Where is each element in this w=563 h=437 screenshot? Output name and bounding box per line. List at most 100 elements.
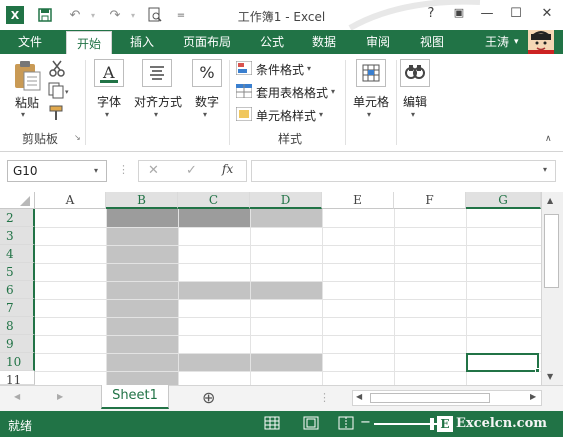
tab-file[interactable]: 文件 bbox=[6, 30, 54, 54]
cells-caret-icon[interactable]: ▾ bbox=[367, 110, 371, 119]
row-header-11[interactable]: 11 bbox=[0, 371, 35, 385]
zoom-slider-thumb[interactable] bbox=[430, 418, 434, 430]
new-sheet-button[interactable]: ⊕ bbox=[202, 388, 215, 407]
page-break-view-icon[interactable] bbox=[338, 416, 354, 430]
cell-styles-icon[interactable] bbox=[235, 106, 253, 122]
conditional-formatting-caret-icon[interactable]: ▾ bbox=[307, 64, 311, 73]
cut-icon[interactable] bbox=[48, 60, 66, 78]
cells-button-label[interactable]: 单元格 bbox=[348, 93, 394, 110]
title-bar: X ↶ ▾ ↷ ▾ = 工作簿1 - Excel ? ▣ — ☐ ✕ bbox=[0, 0, 563, 30]
row-header-10[interactable]: 10 bbox=[0, 353, 35, 371]
format-as-table-icon[interactable] bbox=[235, 83, 253, 99]
tab-view[interactable]: 视图 bbox=[410, 30, 454, 54]
row-header-9[interactable]: 9 bbox=[0, 335, 35, 353]
column-header-a[interactable]: A bbox=[35, 192, 106, 209]
cell-styles-label[interactable]: 单元格样式 bbox=[256, 107, 316, 124]
zoom-out-icon[interactable]: − bbox=[360, 415, 371, 430]
collapse-ribbon-icon[interactable]: ∧ bbox=[545, 134, 552, 144]
tab-split-grip-icon: ⋮ bbox=[319, 391, 330, 404]
tab-review[interactable]: 审阅 bbox=[356, 30, 400, 54]
row-header-4[interactable]: 4 bbox=[0, 245, 35, 263]
name-box[interactable]: G10 ▾ bbox=[7, 160, 107, 182]
row-header-8[interactable]: 8 bbox=[0, 317, 35, 335]
copy-icon[interactable]: ▾ bbox=[48, 82, 69, 100]
cell-styles-caret-icon[interactable]: ▾ bbox=[319, 110, 323, 119]
selected-range-d2[interactable] bbox=[250, 209, 322, 227]
sheet-prev-icon[interactable]: ◀ bbox=[14, 392, 20, 401]
expand-formula-bar-icon[interactable]: ▾ bbox=[543, 165, 547, 174]
active-cell-g10[interactable] bbox=[466, 353, 539, 372]
clipboard-launcher-icon[interactable]: ↘ bbox=[74, 133, 81, 142]
scroll-down-icon[interactable]: ▼ bbox=[547, 372, 553, 381]
vertical-scroll-thumb[interactable] bbox=[544, 214, 559, 288]
column-header-f[interactable]: F bbox=[394, 192, 466, 209]
number-button-label[interactable]: 数字 bbox=[190, 93, 224, 110]
column-header-g[interactable]: G bbox=[466, 192, 541, 209]
font-caret-icon[interactable]: ▾ bbox=[105, 110, 109, 119]
avatar[interactable] bbox=[528, 30, 554, 54]
row-header-6[interactable]: 6 bbox=[0, 281, 35, 299]
horizontal-scroll-thumb[interactable] bbox=[370, 393, 490, 403]
tab-page-layout[interactable]: 页面布局 bbox=[172, 30, 242, 54]
gridline bbox=[394, 209, 395, 385]
row-header-5[interactable]: 5 bbox=[0, 263, 35, 281]
ribbon-divider bbox=[396, 60, 397, 145]
paste-button-label[interactable]: 粘贴 bbox=[10, 94, 44, 111]
column-header-d[interactable]: D bbox=[250, 192, 322, 209]
column-header-e[interactable]: E bbox=[322, 192, 394, 209]
conditional-formatting-label[interactable]: 条件格式 bbox=[256, 61, 304, 78]
sheet-next-icon[interactable]: ▶ bbox=[57, 392, 63, 401]
conditional-formatting-icon[interactable] bbox=[235, 60, 253, 76]
paste-icon[interactable] bbox=[12, 60, 42, 91]
normal-view-icon[interactable] bbox=[264, 416, 280, 430]
formula-bar-grip-icon: ⋮ bbox=[118, 163, 129, 176]
selected-range-column-b[interactable] bbox=[106, 209, 178, 385]
watermark-e-icon: E bbox=[437, 415, 453, 432]
gridline bbox=[106, 209, 107, 385]
sheet-tab-sheet1[interactable]: Sheet1 bbox=[101, 385, 169, 409]
alignment-button-label[interactable]: 对齐方式 bbox=[128, 93, 188, 110]
alignment-icon[interactable] bbox=[142, 59, 172, 87]
name-box-caret-icon[interactable]: ▾ bbox=[94, 166, 98, 175]
enter-icon[interactable]: ✓ bbox=[186, 163, 197, 178]
column-header-b[interactable]: B bbox=[106, 192, 178, 209]
select-all-corner[interactable] bbox=[0, 192, 35, 209]
formula-input[interactable] bbox=[251, 160, 556, 182]
format-as-table-caret-icon[interactable]: ▾ bbox=[331, 87, 335, 96]
styles-group-label: 样式 bbox=[277, 132, 302, 146]
font-icon[interactable]: A bbox=[94, 59, 124, 87]
maximize-button[interactable]: ☐ bbox=[506, 6, 526, 24]
tab-home[interactable]: 开始 bbox=[66, 31, 112, 55]
editing-button-label[interactable]: 编辑 bbox=[398, 93, 432, 110]
user-name[interactable]: 王涛 bbox=[485, 30, 509, 54]
row-header-2[interactable]: 2 bbox=[0, 209, 35, 227]
insert-function-icon[interactable]: fx bbox=[222, 162, 233, 176]
editing-caret-icon[interactable]: ▾ bbox=[411, 110, 415, 119]
number-caret-icon[interactable]: ▾ bbox=[203, 110, 207, 119]
paste-caret-icon[interactable]: ▾ bbox=[21, 110, 25, 119]
tab-insert[interactable]: 插入 bbox=[122, 30, 162, 54]
tab-formulas[interactable]: 公式 bbox=[252, 30, 292, 54]
close-button[interactable]: ✕ bbox=[537, 6, 557, 24]
cells-icon[interactable] bbox=[356, 59, 386, 87]
cancel-icon[interactable]: ✕ bbox=[148, 163, 159, 178]
format-as-table-label[interactable]: 套用表格格式 bbox=[256, 84, 328, 101]
gridline bbox=[322, 209, 323, 385]
format-painter-icon[interactable] bbox=[48, 104, 66, 122]
page-layout-view-icon[interactable] bbox=[303, 416, 319, 430]
scroll-left-icon[interactable]: ◀ bbox=[356, 392, 362, 401]
tab-data[interactable]: 数据 bbox=[302, 30, 346, 54]
number-format-icon[interactable]: % bbox=[192, 59, 222, 87]
row-header-7[interactable]: 7 bbox=[0, 299, 35, 317]
editing-icon[interactable] bbox=[400, 59, 430, 87]
column-header-c[interactable]: C bbox=[178, 192, 250, 209]
ribbon-divider bbox=[85, 60, 86, 145]
fill-handle[interactable] bbox=[535, 368, 540, 373]
alignment-caret-icon[interactable]: ▾ bbox=[154, 110, 158, 119]
scroll-right-icon[interactable]: ▶ bbox=[530, 392, 536, 401]
row-header-3[interactable]: 3 bbox=[0, 227, 35, 245]
font-button-label[interactable]: 字体 bbox=[92, 93, 126, 110]
scroll-up-icon[interactable]: ▲ bbox=[547, 196, 553, 205]
user-caret-icon[interactable]: ▾ bbox=[514, 30, 519, 54]
ribbon-divider bbox=[229, 60, 230, 145]
